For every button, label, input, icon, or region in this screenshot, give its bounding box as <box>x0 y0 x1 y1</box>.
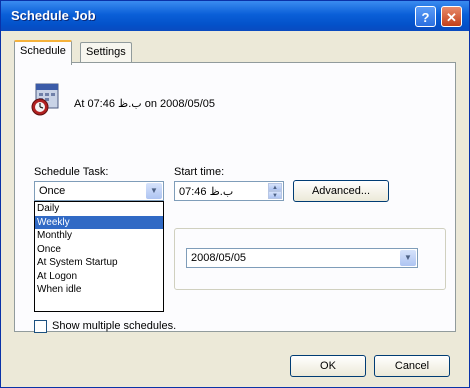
start-time-field[interactable]: 07:46 ب.ظ ▲ ▼ <box>174 181 284 201</box>
option-daily[interactable]: Daily <box>35 202 163 216</box>
scheduled-task-icon <box>31 83 59 116</box>
option-once[interactable]: Once <box>35 243 163 257</box>
date-picker[interactable]: 2008/05/05 ▼ <box>186 248 418 268</box>
schedule-task-dropdown[interactable]: Daily Weekly Monthly Once At System Star… <box>34 201 164 312</box>
ok-button[interactable]: OK <box>290 355 366 377</box>
spin-up-icon[interactable]: ▲ <box>268 183 282 191</box>
option-at-logon[interactable]: At Logon <box>35 270 163 284</box>
chevron-down-icon[interactable]: ▼ <box>146 183 162 199</box>
title-bar[interactable]: Schedule Job ? ✕ <box>1 1 469 31</box>
window-title: Schedule Job <box>11 8 96 23</box>
tab-settings[interactable]: Settings <box>80 42 132 63</box>
tab-schedule[interactable]: Schedule <box>14 40 72 65</box>
start-time-label: Start time: <box>174 166 225 178</box>
date-value: 2008/05/05 <box>191 252 247 264</box>
start-time-value: 07:46 ب.ظ <box>179 186 234 198</box>
option-when-idle[interactable]: When idle <box>35 283 163 297</box>
time-spinner[interactable]: ▲ ▼ <box>268 183 282 199</box>
option-monthly[interactable]: Monthly <box>35 229 163 243</box>
help-button[interactable]: ? <box>415 6 436 27</box>
chevron-down-icon[interactable]: ▼ <box>400 250 416 266</box>
advanced-button[interactable]: Advanced... <box>293 180 389 202</box>
cancel-button[interactable]: Cancel <box>374 355 450 377</box>
schedule-task-combo[interactable]: Once ▼ <box>34 181 164 201</box>
option-at-system-startup[interactable]: At System Startup <box>35 256 163 270</box>
close-button[interactable]: ✕ <box>441 6 462 27</box>
schedule-task-label: Schedule Task: <box>34 166 109 178</box>
schedule-summary: At 07:46 ب.ظ on 2008/05/05 <box>74 98 216 110</box>
show-multiple-checkbox[interactable] <box>34 320 47 333</box>
show-multiple-label: Show multiple schedules. <box>52 320 177 332</box>
spin-down-icon[interactable]: ▼ <box>268 191 282 199</box>
schedule-task-value: Once <box>39 185 66 197</box>
option-weekly[interactable]: Weekly <box>35 215 163 229</box>
